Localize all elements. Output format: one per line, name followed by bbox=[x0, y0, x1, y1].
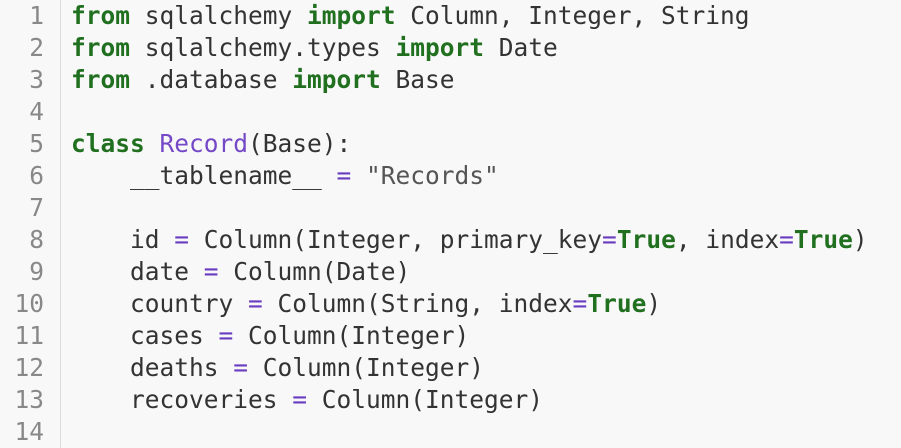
line-number: 1 bbox=[29, 1, 44, 30]
code-text: cases = Column(Integer) bbox=[71, 320, 469, 352]
code-line[interactable]: 9 date = Column(Date) bbox=[0, 256, 901, 288]
code-token-bool: True bbox=[616, 225, 676, 254]
code-text: recoveries = Column(Integer) bbox=[71, 384, 543, 416]
code-token: sqlalchemy bbox=[130, 1, 308, 30]
code-token-op: = bbox=[602, 225, 617, 254]
code-line[interactable]: 2 from sqlalchemy.types import Date bbox=[0, 32, 901, 64]
code-line[interactable]: 1 from sqlalchemy import Column, Integer,… bbox=[0, 0, 901, 32]
code-line[interactable]: 6 __tablename__ = "Records" bbox=[0, 160, 901, 192]
code-text: from sqlalchemy import Column, Integer, … bbox=[71, 0, 750, 32]
code-token-op: = bbox=[203, 257, 219, 286]
code-text: __tablename__ = "Records" bbox=[71, 160, 499, 192]
code-token: Column, Integer, String bbox=[395, 1, 750, 30]
code-token: Column(Integer) bbox=[307, 385, 544, 414]
code-token: __tablename__ bbox=[71, 161, 337, 190]
code-token-op: = bbox=[336, 161, 352, 190]
code-line[interactable]: 7 bbox=[0, 192, 901, 224]
code-token-op: = bbox=[248, 289, 263, 318]
code-token-kw: import bbox=[292, 65, 381, 94]
code-editor[interactable]: 1 from sqlalchemy import Column, Integer,… bbox=[0, 0, 901, 448]
code-token-bool: True bbox=[587, 289, 647, 318]
line-number: 9 bbox=[29, 257, 44, 286]
code-token: Base bbox=[380, 65, 455, 94]
code-token-kw: import bbox=[395, 33, 485, 62]
line-number: 12 bbox=[14, 353, 44, 382]
code-text: from .database import Base bbox=[71, 64, 455, 96]
code-token: recoveries bbox=[71, 385, 293, 414]
code-token-kw: from bbox=[71, 1, 131, 30]
code-line[interactable]: 4 bbox=[0, 96, 901, 128]
code-token-kw: from bbox=[71, 65, 131, 94]
code-line[interactable]: 13 recoveries = Column(Integer) bbox=[0, 384, 901, 416]
code-token-op: = bbox=[292, 385, 308, 414]
code-text: from sqlalchemy.types import Date bbox=[71, 32, 558, 64]
code-line[interactable]: 5 class Record(Base): bbox=[0, 128, 901, 160]
code-line[interactable]: 10 country = Column(String, index=True) bbox=[0, 288, 901, 320]
code-token: Column(Date) bbox=[218, 257, 411, 286]
code-token-op: = bbox=[174, 225, 190, 254]
line-number: 3 bbox=[29, 65, 44, 94]
line-number: 10 bbox=[14, 289, 44, 318]
code-token: , index bbox=[675, 225, 780, 254]
code-token: deaths bbox=[71, 353, 234, 382]
line-number: 14 bbox=[14, 417, 44, 446]
code-token: ) bbox=[646, 289, 662, 318]
code-text: country = Column(String, index=True) bbox=[71, 288, 661, 320]
code-token-str: "Records" bbox=[366, 161, 499, 190]
code-token: cases bbox=[71, 321, 219, 350]
line-number: 6 bbox=[29, 161, 44, 190]
code-text: deaths = Column(Integer) bbox=[71, 352, 484, 384]
code-token: (Base): bbox=[248, 129, 352, 158]
line-number: 4 bbox=[29, 97, 44, 126]
code-token: .database bbox=[130, 65, 293, 94]
code-token: Column(Integer) bbox=[248, 353, 485, 382]
code-token: Column(Integer) bbox=[233, 321, 470, 350]
code-lines: 1 from sqlalchemy import Column, Integer,… bbox=[0, 0, 901, 448]
code-token: id bbox=[71, 225, 175, 254]
code-token-bool: True bbox=[793, 225, 853, 254]
line-number: 13 bbox=[14, 385, 44, 414]
code-token-kw: class bbox=[71, 129, 145, 158]
code-line[interactable]: 11 cases = Column(Integer) bbox=[0, 320, 901, 352]
code-token-op: = bbox=[218, 321, 234, 350]
code-token: Column(String, index bbox=[262, 289, 573, 318]
line-number: 11 bbox=[14, 321, 44, 350]
code-token-kw: from bbox=[71, 33, 131, 62]
code-text: date = Column(Date) bbox=[71, 256, 410, 288]
code-token-op: = bbox=[572, 289, 588, 318]
code-text: id = Column(Integer, primary_key=True, i… bbox=[71, 224, 868, 256]
code-line[interactable]: 12 deaths = Column(Integer) bbox=[0, 352, 901, 384]
code-line[interactable]: 8 id = Column(Integer, primary_key=True,… bbox=[0, 224, 901, 256]
code-token-op: = bbox=[779, 225, 794, 254]
line-number: 2 bbox=[29, 33, 44, 62]
code-text: class Record(Base): bbox=[71, 128, 351, 160]
code-token-kw: import bbox=[307, 1, 396, 30]
code-token-cls: Record bbox=[159, 129, 249, 158]
line-number: 5 bbox=[29, 129, 44, 158]
code-line[interactable]: 3 from .database import Base bbox=[0, 64, 901, 96]
code-token: Date bbox=[484, 33, 558, 62]
code-token: ) bbox=[852, 225, 868, 254]
code-line[interactable]: 14 bbox=[0, 416, 901, 448]
code-token: country bbox=[71, 289, 249, 318]
code-token: sqlalchemy.types bbox=[130, 33, 396, 62]
line-number: 7 bbox=[29, 193, 44, 222]
code-token-op: = bbox=[233, 353, 249, 382]
code-token: Column(Integer, primary_key bbox=[189, 225, 603, 254]
code-token: date bbox=[71, 257, 204, 286]
line-number: 8 bbox=[29, 225, 44, 254]
